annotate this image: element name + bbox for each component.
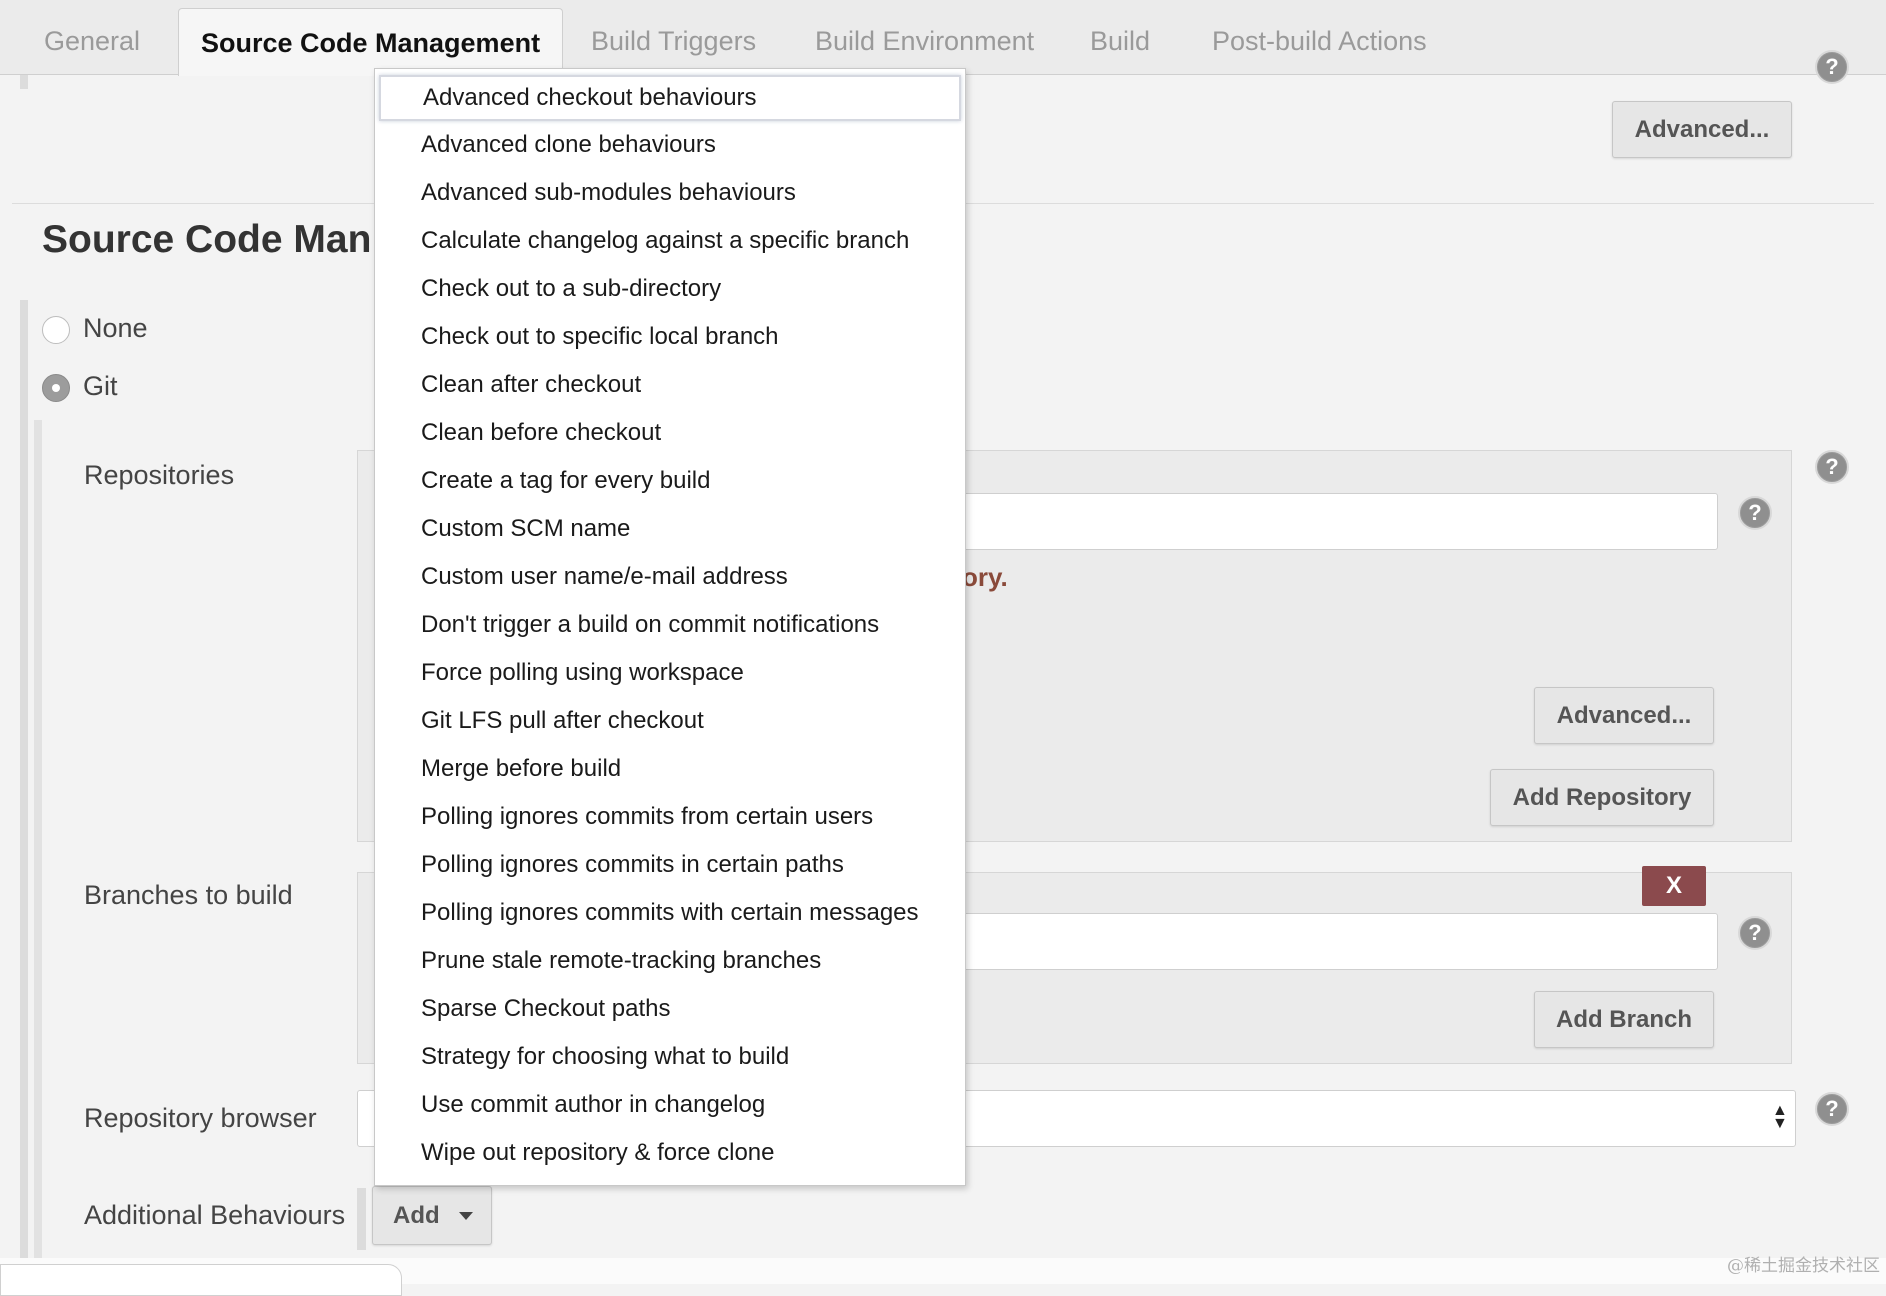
tab-build-triggers[interactable]: Build Triggers xyxy=(591,0,756,75)
menu-item[interactable]: Force polling using workspace xyxy=(375,649,965,697)
repository-advanced-button[interactable]: Advanced... xyxy=(1534,687,1714,744)
repository-browser-label: Repository browser xyxy=(84,1103,317,1133)
tab-source-code-management[interactable]: Source Code Management xyxy=(178,8,564,76)
bottom-tab-edge xyxy=(0,1264,402,1296)
menu-item[interactable]: Don't trigger a build on commit notifica… xyxy=(375,601,965,649)
additional-bar xyxy=(357,1188,366,1250)
scm-none-label: None xyxy=(83,313,148,343)
scm-left-bar xyxy=(20,300,28,1260)
menu-item[interactable]: Sparse Checkout paths xyxy=(375,985,965,1033)
menu-item[interactable]: Polling ignores commits in certain paths xyxy=(375,841,965,889)
menu-item[interactable]: Strategy for choosing what to build xyxy=(375,1033,965,1081)
menu-item[interactable]: Check out to a sub-directory xyxy=(375,265,965,313)
menu-item[interactable]: Use commit author in changelog xyxy=(375,1081,965,1129)
menu-item[interactable]: Wipe out repository & force clone xyxy=(375,1129,965,1177)
branches-label: Branches to build xyxy=(84,880,293,910)
repository-url-help-icon[interactable]: ? xyxy=(1738,496,1772,530)
scm-none-radio[interactable] xyxy=(42,316,70,344)
add-branch-button[interactable]: Add Branch xyxy=(1534,991,1714,1048)
tab-build[interactable]: Build xyxy=(1090,0,1150,75)
menu-item[interactable]: Advanced sub-modules behaviours xyxy=(375,169,965,217)
left-accent xyxy=(20,75,28,89)
tab-bar: General Source Code Management Build Tri… xyxy=(0,0,1886,76)
menu-item[interactable]: Merge before build xyxy=(375,745,965,793)
menu-item[interactable]: Polling ignores commits with certain mes… xyxy=(375,889,965,937)
tab-build-environment[interactable]: Build Environment xyxy=(815,0,1034,75)
git-left-bar xyxy=(34,420,42,1260)
menu-item[interactable]: Advanced checkout behaviours xyxy=(379,75,961,121)
repositories-help-icon[interactable]: ? xyxy=(1815,450,1849,484)
repository-url-input[interactable] xyxy=(900,493,1718,550)
repository-browser-help-icon[interactable]: ? xyxy=(1815,1092,1849,1126)
repositories-label: Repositories xyxy=(84,460,235,490)
add-behaviour-label: Add xyxy=(393,1202,440,1229)
menu-item[interactable]: Git LFS pull after checkout xyxy=(375,697,965,745)
help-icon[interactable]: ? xyxy=(1815,50,1849,84)
menu-item[interactable]: Polling ignores commits from certain use… xyxy=(375,793,965,841)
scm-git-label: Git xyxy=(83,371,118,401)
additional-behaviours-menu: Advanced checkout behaviours Advanced clo… xyxy=(374,68,966,1186)
additional-behaviours-label: Additional Behaviours xyxy=(84,1200,346,1230)
menu-item[interactable]: Create a tag for every build xyxy=(375,457,965,505)
add-behaviour-button[interactable]: Add xyxy=(372,1186,492,1245)
menu-item[interactable]: Advanced clone behaviours xyxy=(375,121,965,169)
menu-item[interactable]: Clean after checkout xyxy=(375,361,965,409)
delete-branch-button[interactable]: X xyxy=(1642,866,1706,906)
tab-general[interactable]: General xyxy=(44,0,140,75)
add-repository-button[interactable]: Add Repository xyxy=(1490,769,1714,826)
watermark: @稀土掘金技术社区 xyxy=(1727,1256,1880,1276)
menu-item[interactable]: Clean before checkout xyxy=(375,409,965,457)
branch-specifier-input[interactable] xyxy=(900,913,1718,970)
menu-item[interactable]: Custom SCM name xyxy=(375,505,965,553)
section-title: Source Code Man xyxy=(42,218,372,261)
branch-help-icon[interactable]: ? xyxy=(1738,916,1772,950)
menu-item[interactable]: Check out to specific local branch xyxy=(375,313,965,361)
tab-post-build-actions[interactable]: Post-build Actions xyxy=(1212,0,1427,75)
menu-item[interactable]: Calculate changelog against a specific b… xyxy=(375,217,965,265)
menu-item[interactable]: Custom user name/e-mail address xyxy=(375,553,965,601)
menu-item[interactable]: Prune stale remote-tracking branches xyxy=(375,937,965,985)
scm-git-radio[interactable] xyxy=(42,374,70,402)
repository-hint-text: ory. xyxy=(962,562,1008,592)
caret-down-icon xyxy=(459,1212,473,1220)
advanced-button-top[interactable]: Advanced... xyxy=(1612,101,1792,158)
select-arrows-icon: ▲ ▼ xyxy=(1772,1102,1788,1132)
